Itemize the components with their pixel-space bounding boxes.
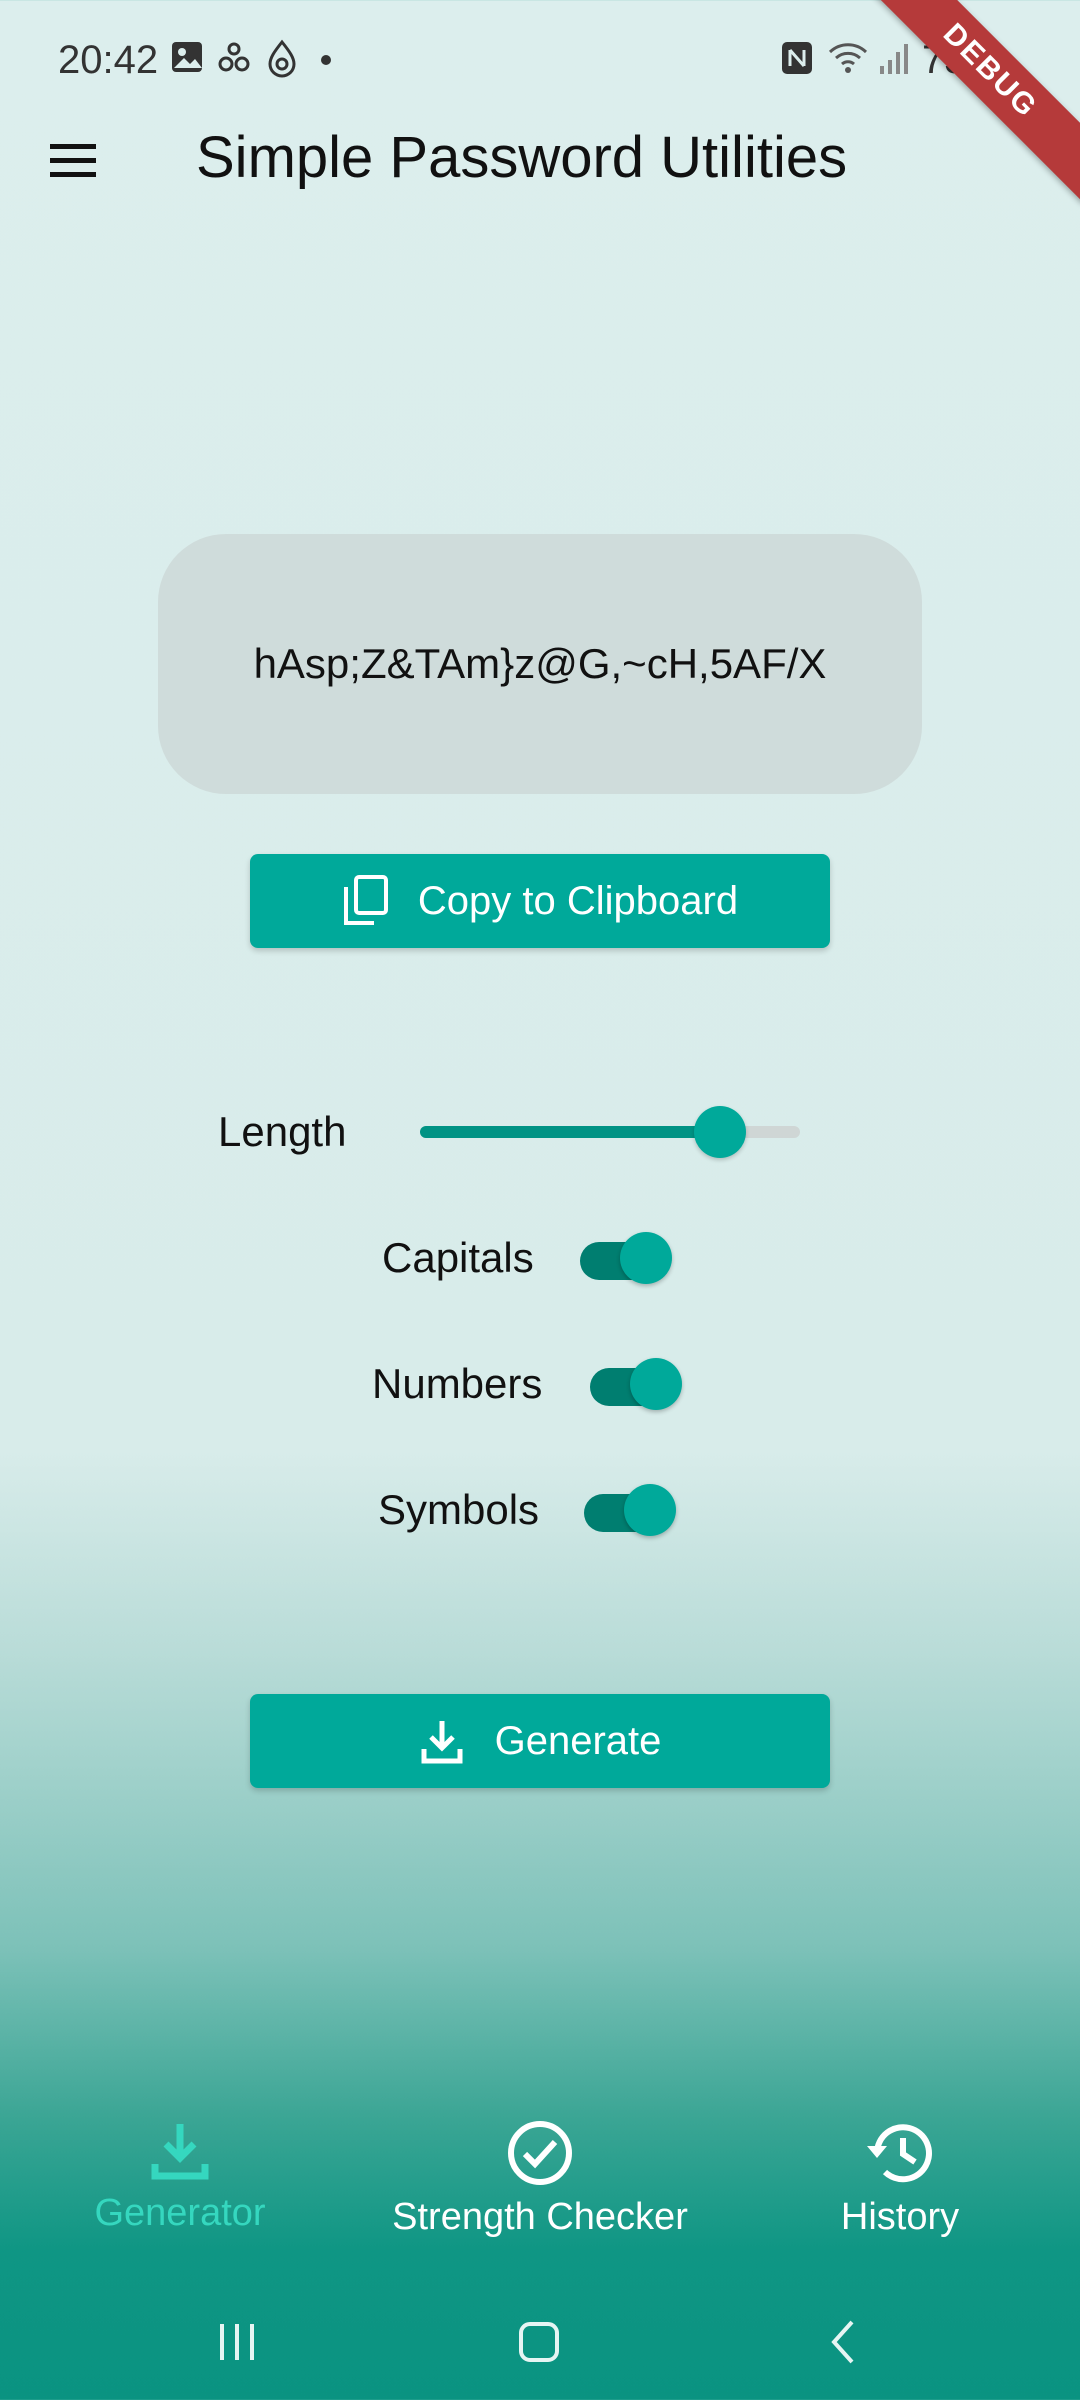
copy-to-clipboard-button[interactable]: Copy to Clipboard (250, 854, 830, 948)
capitals-label: Capitals (382, 1234, 534, 1281)
nav-item-strength-checker[interactable]: Strength Checker (370, 2120, 710, 2260)
length-slider[interactable] (420, 1106, 800, 1158)
dot-icon (321, 55, 331, 65)
drop-target-icon (268, 39, 296, 78)
status-time: 20:42 (58, 38, 159, 82)
toggle-thumb (624, 1484, 676, 1536)
signal-icon (880, 44, 908, 74)
check-circle-icon (508, 2121, 572, 2185)
home-icon[interactable] (516, 2312, 562, 2372)
symbols-toggle[interactable] (576, 1482, 676, 1538)
hamburger-menu-icon[interactable] (48, 140, 98, 180)
page-title: Simple Password Utilities (196, 125, 848, 190)
download-icon (421, 1721, 463, 1764)
drops-icon (218, 42, 250, 72)
numbers-label: Numbers (372, 1360, 543, 1407)
symbols-label: Symbols (378, 1486, 540, 1533)
toggle-thumb (620, 1232, 672, 1284)
slider-thumb[interactable] (694, 1106, 746, 1158)
nav-item-label: History (840, 2196, 960, 2238)
nav-item-label: Generator (94, 2192, 266, 2234)
nav-item-history[interactable]: History (800, 2120, 1000, 2260)
numbers-toggle[interactable] (582, 1356, 682, 1412)
slider-track-active (420, 1126, 720, 1138)
wifi-icon (828, 43, 868, 73)
nfc-icon (782, 42, 812, 74)
nav-item-generator[interactable]: Generator (60, 2120, 300, 2260)
history-icon (867, 2124, 932, 2183)
capitals-toggle[interactable] (572, 1230, 672, 1286)
generate-button[interactable]: Generate (250, 1694, 830, 1788)
back-icon[interactable] (820, 2312, 866, 2372)
password-display: hAsp;Z&TAm}z@G,~cH,5AF/X (158, 534, 922, 794)
recent-apps-icon[interactable] (214, 2312, 260, 2372)
generate-button-label: Generate (494, 1718, 662, 1763)
download-icon (151, 2124, 209, 2180)
length-label: Length (218, 1108, 347, 1155)
toggle-thumb (630, 1358, 682, 1410)
nav-item-label: Strength Checker (392, 2196, 688, 2238)
password-text: hAsp;Z&TAm}z@G,~cH,5AF/X (253, 640, 827, 687)
copy-button-label: Copy to Clipboard (417, 878, 739, 923)
copy-icon (343, 875, 388, 925)
image-icon (172, 42, 202, 72)
